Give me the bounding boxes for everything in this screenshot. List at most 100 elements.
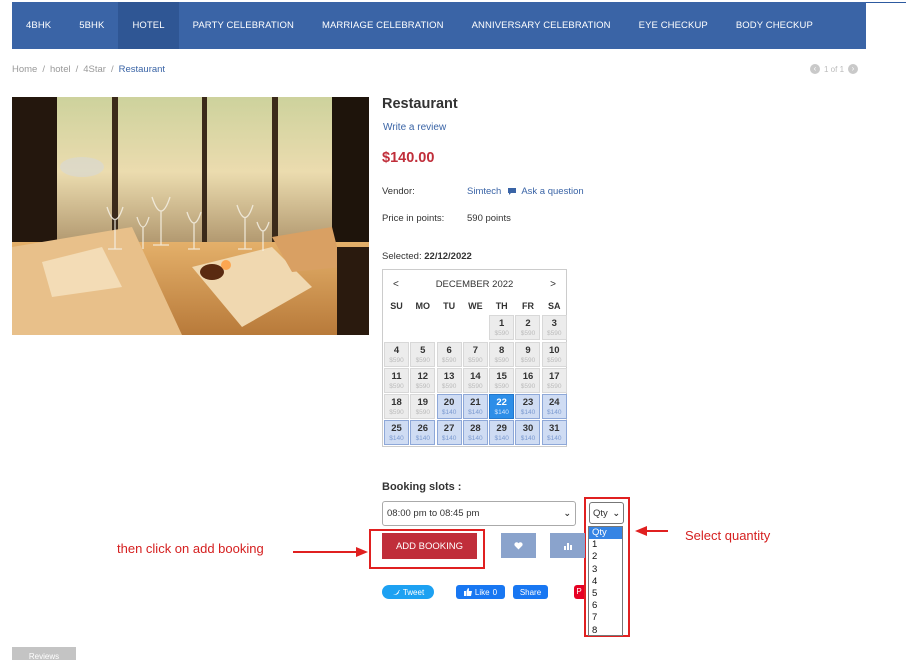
calendar-day-17[interactable]: 17 $590	[541, 367, 567, 393]
day-number: 31	[548, 423, 560, 435]
nav-item-marriage-celebration[interactable]: MARRIAGE CELEBRATION	[308, 2, 458, 49]
like-count: 0	[492, 587, 498, 597]
day-price: $590	[520, 330, 536, 338]
calendar-day-16[interactable]: 16 $590	[515, 367, 541, 393]
calendar-day-27[interactable]: 27 $140	[436, 420, 462, 446]
add-booking-button[interactable]: ADD BOOKING	[382, 533, 477, 559]
time-slot-select[interactable]: 08:00 pm to 08:45 pm ⌄	[382, 501, 576, 526]
calendar-day-10[interactable]: 10 $590	[541, 341, 567, 367]
day-price: $590	[468, 356, 483, 364]
calendar-day-18[interactable]: 18 $590	[384, 394, 409, 420]
calendar-day-19[interactable]: 19 $590	[410, 394, 436, 420]
points-row: Price in points: 590 points	[382, 213, 511, 224]
calendar-day-5[interactable]: 5 $590	[410, 341, 436, 367]
ask-question-link[interactable]: Ask a question	[507, 186, 584, 197]
quantity-select[interactable]: Qty ⌄	[589, 502, 624, 524]
calendar-day-29[interactable]: 29 $140	[489, 420, 515, 446]
chevron-down-icon: ⌄	[563, 508, 571, 518]
calendar-day-20[interactable]: 20 $140	[436, 394, 462, 420]
breadcrumb-4star[interactable]: 4Star	[83, 64, 106, 75]
calendar-day-30[interactable]: 30 $140	[515, 420, 541, 446]
calendar-day-24[interactable]: 24 $140	[541, 394, 567, 420]
thumbs-up-icon	[463, 588, 472, 596]
quantity-option[interactable]: 8	[589, 625, 622, 637]
quantity-option[interactable]: 7	[589, 612, 622, 624]
nav-item-body-checkup[interactable]: BODY CHECKUP	[722, 2, 827, 49]
calendar-day-31[interactable]: 31 $140	[541, 420, 567, 446]
tab-reviews[interactable]: Reviews	[12, 647, 76, 660]
calendar-day-13[interactable]: 13 $590	[436, 367, 462, 393]
calendar-month-label: DECEMBER 2022	[435, 278, 514, 290]
calendar-day-4[interactable]: 4 $590	[384, 341, 409, 367]
day-price: $140	[415, 435, 431, 443]
chevron-right-icon[interactable]: ›	[848, 64, 859, 74]
write-review-link[interactable]: Write a review	[383, 122, 446, 133]
vendor-link[interactable]: Simtech	[467, 186, 501, 197]
day-price: $590	[415, 409, 431, 417]
compare-button[interactable]	[550, 533, 585, 558]
quantity-option[interactable]: 5	[589, 588, 622, 600]
nav-item-hotel[interactable]: HOTEL	[118, 2, 179, 49]
calendar-day-2[interactable]: 2 $590	[515, 315, 541, 341]
quantity-option[interactable]: 2	[589, 551, 622, 563]
arrow-right-icon	[356, 547, 368, 557]
calendar-day-9[interactable]: 9 $590	[515, 341, 541, 367]
day-number: 5	[420, 344, 426, 356]
breadcrumb-home[interactable]: Home	[12, 64, 37, 75]
calendar-day-8[interactable]: 8 $590	[489, 341, 515, 367]
quantity-option[interactable]: 6	[589, 600, 622, 612]
quantity-option[interactable]: 3	[589, 564, 622, 576]
tweet-button[interactable]: Tweet	[382, 585, 434, 599]
day-number: 21	[470, 397, 481, 409]
nav-item-eye-checkup[interactable]: EYE CHECKUP	[625, 2, 722, 49]
day-number: 8	[499, 344, 505, 356]
weekday-label: SU	[390, 301, 403, 311]
wishlist-button[interactable]	[501, 533, 536, 558]
weekday-label: SA	[548, 301, 561, 311]
facebook-share-button[interactable]: Share	[513, 585, 548, 599]
selected-date: Selected: 22/12/2022	[382, 251, 472, 262]
quantity-option[interactable]: 1	[589, 539, 622, 551]
breadcrumb-hotel[interactable]: hotel	[50, 64, 71, 75]
day-number: 19	[417, 397, 429, 409]
day-number: 26	[417, 423, 429, 435]
day-number: 22	[496, 397, 507, 409]
day-number: 23	[522, 397, 534, 409]
day-price: $140	[547, 409, 562, 417]
calendar-day-22[interactable]: 22 $140	[489, 394, 515, 420]
calendar-day-15[interactable]: 15 $590	[489, 367, 515, 393]
vendor-row: Vendor: Simtech Ask a question	[382, 186, 584, 197]
annotation-arrow-line	[646, 530, 668, 532]
calendar-day-25[interactable]: 25 $140	[384, 420, 409, 446]
pinterest-icon[interactable]: P	[574, 585, 584, 599]
twitter-bird-icon	[391, 589, 400, 595]
calendar-day-23[interactable]: 23 $140	[515, 394, 541, 420]
calendar-day-14[interactable]: 14 $590	[462, 367, 488, 393]
product-image[interactable]	[12, 97, 369, 335]
calendar-day-28[interactable]: 28 $140	[462, 420, 488, 446]
quantity-option[interactable]: Qty	[589, 527, 622, 540]
nav-item-party-celebration[interactable]: PARTY CELEBRATION	[179, 2, 308, 49]
nav-item-5bhk[interactable]: 5BHK	[65, 2, 118, 49]
quantity-option[interactable]: 4	[589, 576, 622, 588]
calendar-empty-cell	[462, 315, 488, 341]
calendar-day-6[interactable]: 6 $590	[436, 341, 462, 367]
calendar-day-12[interactable]: 12 $590	[410, 367, 436, 393]
nav-item-4bhk[interactable]: 4BHK	[12, 2, 65, 49]
facebook-like-button[interactable]: Like 0	[456, 585, 505, 599]
calendar-day-26[interactable]: 26 $140	[410, 420, 436, 446]
chevron-left-icon[interactable]: ‹	[810, 64, 820, 74]
nav-item-anniversary-celebration[interactable]: ANNIVERSARY CELEBRATION	[458, 2, 625, 49]
day-price: $590	[415, 356, 431, 364]
calendar-prev-button[interactable]: <	[393, 279, 399, 290]
calendar-day-11[interactable]: 11 $590	[384, 367, 409, 393]
calendar-day-7[interactable]: 7 $590	[462, 341, 488, 367]
chat-bubble-icon	[508, 188, 517, 195]
calendar-day-1[interactable]: 1 $590	[489, 315, 515, 341]
weekday-label: FR	[521, 301, 534, 311]
calendar-day-3[interactable]: 3 $590	[541, 315, 567, 341]
day-price: $590	[389, 356, 404, 364]
calendar-next-button[interactable]: >	[550, 279, 556, 290]
calendar-day-21[interactable]: 21 $140	[462, 394, 488, 420]
day-number: 16	[522, 370, 534, 382]
